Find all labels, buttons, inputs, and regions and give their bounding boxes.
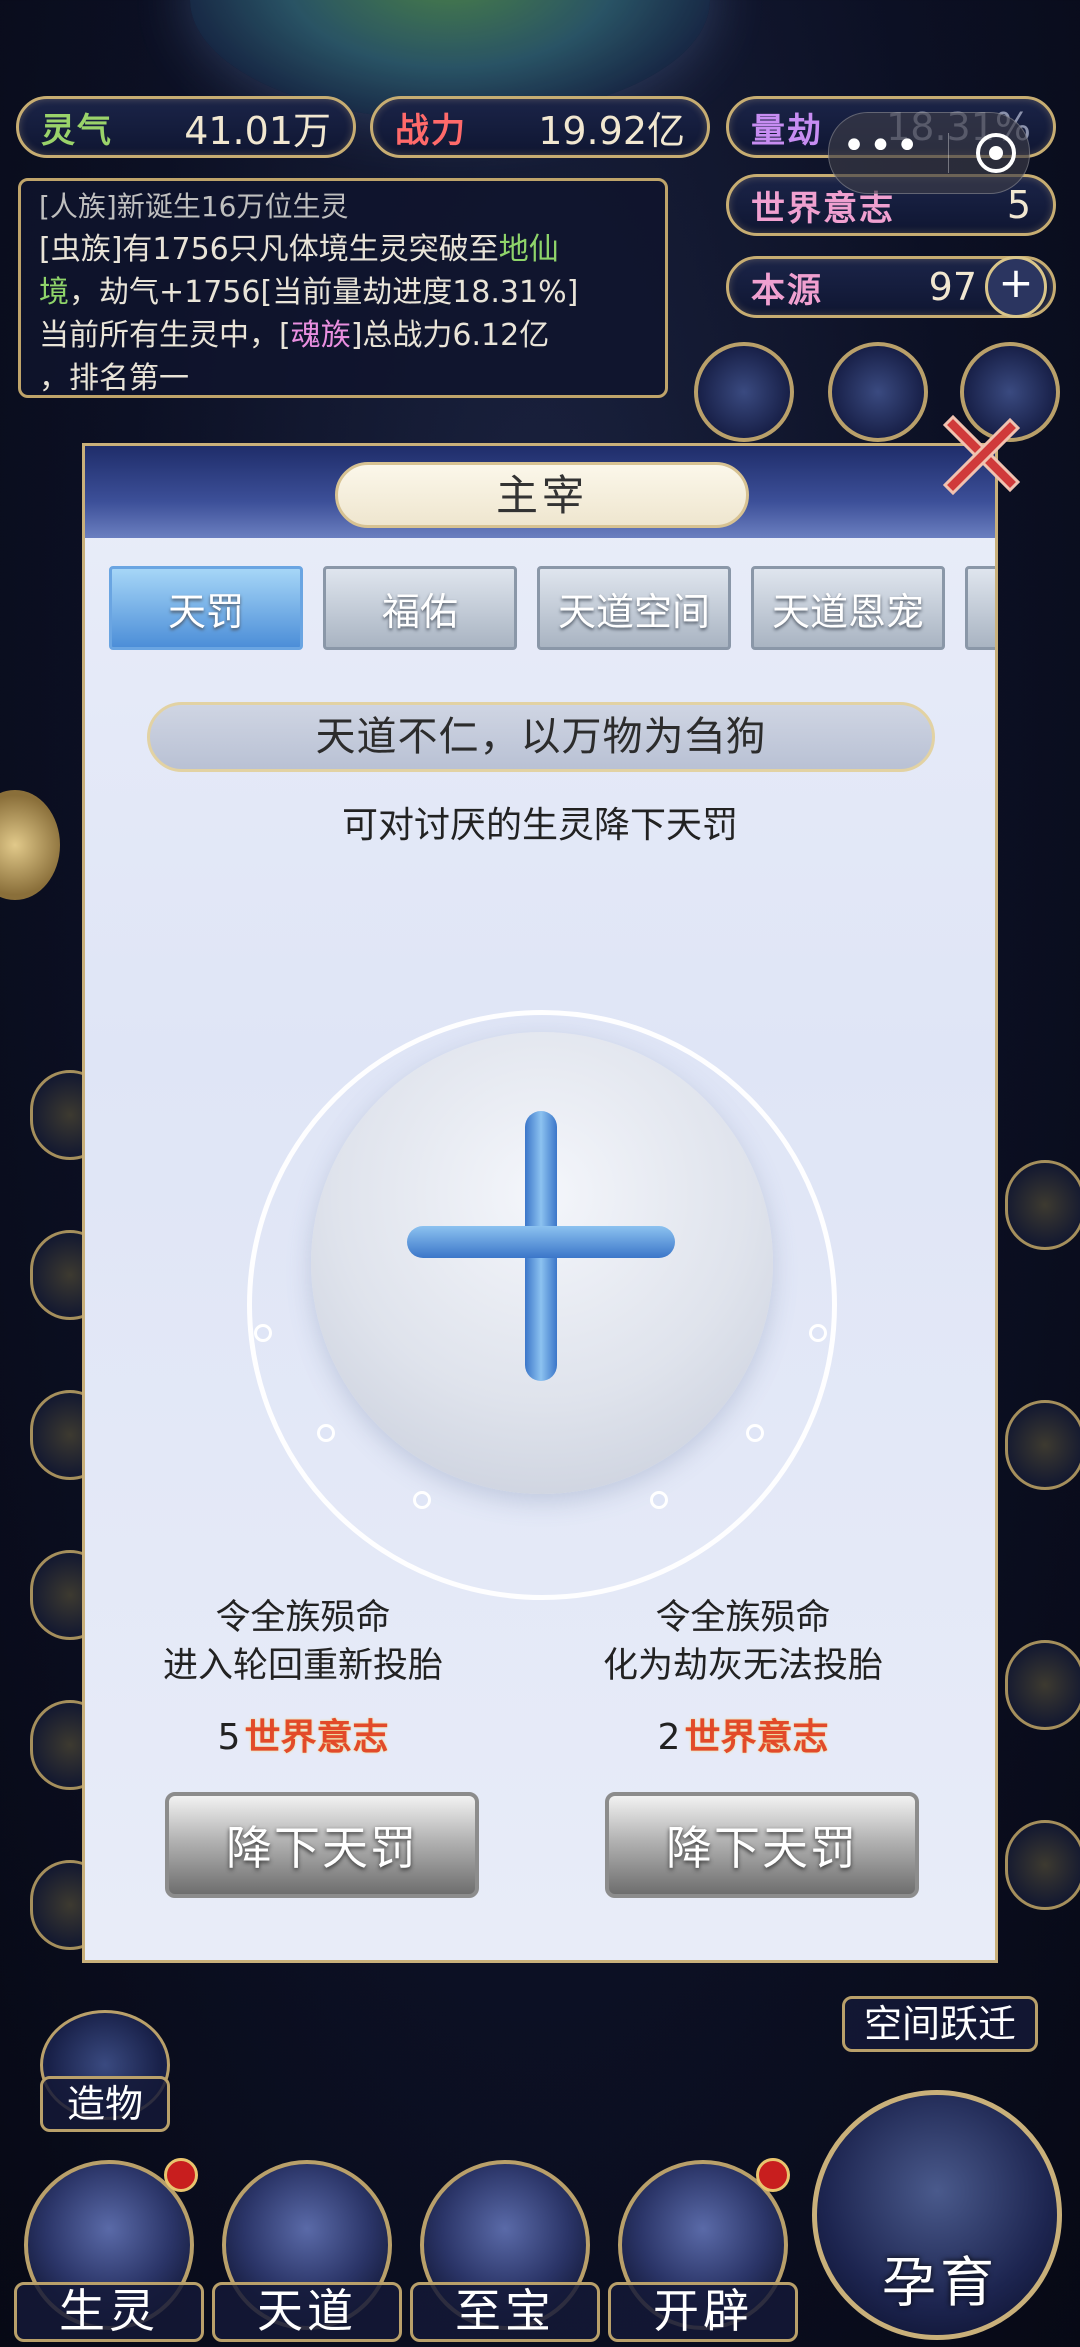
nurture-label: 孕育: [882, 2251, 998, 2314]
nav-treasure[interactable]: 至宝: [410, 2282, 600, 2342]
miniprogram-capsule: •••: [828, 112, 1030, 194]
nav-lives-badge: [164, 2158, 198, 2192]
punish-button-annihilate[interactable]: 降下天罚: [605, 1792, 919, 1898]
create-button[interactable]: 造物: [40, 2076, 170, 2132]
log-highlight: 魂族: [290, 318, 351, 353]
option-1-cost-value: 5: [217, 1717, 241, 1758]
tab-more[interactable]: [965, 566, 995, 650]
punish-button-reincarnate[interactable]: 降下天罚: [165, 1792, 479, 1898]
tab-blessing[interactable]: 福佑: [323, 566, 517, 650]
resource-zhanli-label: 战力: [395, 110, 467, 151]
option-2-line2: 化为劫灰无法投胎: [602, 1646, 883, 1686]
log-line-4: 当前所有生灵中，[魂族]总战力6.12亿: [39, 314, 647, 357]
resource-source: 本源 97 +: [726, 256, 1056, 318]
resource-world-will-value: 5: [1006, 183, 1031, 227]
resource-liangjie-label: 量劫: [751, 110, 823, 151]
more-icon[interactable]: •••: [842, 126, 922, 166]
log-line-5: ，排名第一: [39, 361, 189, 396]
option-1-description: 令全族殒命 进入轮回重新投胎: [103, 1594, 503, 1690]
resource-source-value: 97: [928, 265, 977, 309]
resource-lingqi-label: 灵气: [41, 110, 113, 151]
log-text: ，劫气+1756[当前量劫进度18.31%]: [69, 275, 579, 310]
plus-icon-bar: [407, 1226, 675, 1258]
punishment-description: 可对讨厌的生灵降下天罚: [341, 805, 738, 846]
tab-punishment[interactable]: 天罚: [109, 566, 303, 650]
option-2-line1: 令全族殒命: [655, 1598, 831, 1638]
ring-node: [650, 1491, 668, 1509]
tab-heaven-space[interactable]: 天道空间: [537, 566, 731, 650]
event-log: [人族]新诞生16万位生灵 [虫族]有1756只凡体境生灵突破至地仙 境，劫气+…: [18, 178, 668, 398]
side-icon-right-3[interactable]: [1005, 1640, 1080, 1730]
option-2-cost-value: 2: [657, 1717, 681, 1758]
ring-node: [413, 1491, 431, 1509]
side-icon-right-1[interactable]: [1005, 1160, 1080, 1250]
option-1-cost-unit: 世界意志: [244, 1717, 389, 1758]
tab-heaven-favor[interactable]: 天道恩宠: [751, 566, 945, 650]
dominator-modal: 主宰 天罚 福佑 天道空间 天道恩宠 天道不仁，以万物为刍狗 可对讨厌的生灵降下…: [82, 443, 998, 1963]
ring-node: [317, 1424, 335, 1442]
vortex-icon-button[interactable]: [828, 342, 928, 442]
resource-lingqi-value: 41.01万: [184, 108, 331, 153]
side-icon-right-4[interactable]: [1005, 1820, 1080, 1910]
nav-heaven[interactable]: 天道: [212, 2282, 402, 2342]
nav-genesis-badge: [756, 2158, 790, 2192]
resource-source-label: 本源: [751, 270, 823, 311]
resource-zhanli-value: 19.92亿: [538, 108, 685, 153]
log-text: 当前所有生灵中，[: [39, 318, 291, 353]
log-line-1: [人族]新诞生16万位生灵: [39, 190, 349, 223]
log-line-3: 境，劫气+1756[当前量劫进度18.31%]: [39, 271, 647, 314]
log-text: ]总战力6.12亿: [350, 318, 550, 353]
close-icon[interactable]: [930, 405, 1030, 505]
log-highlight: 地仙: [498, 232, 559, 267]
modal-title: 主宰: [335, 462, 749, 528]
log-highlight: 境: [39, 275, 69, 310]
option-1-line1: 令全族殒命: [215, 1598, 391, 1638]
option-2-description: 令全族殒命 化为劫灰无法投胎: [543, 1594, 943, 1690]
log-text: [虫族]有1756只凡体境生灵突破至: [39, 232, 499, 267]
option-1-cost: 5 世界意志: [103, 1708, 503, 1760]
motto-banner: 天道不仁，以万物为刍狗: [147, 702, 935, 772]
log-line-2: [虫族]有1756只凡体境生灵突破至地仙: [39, 228, 647, 271]
ring-node: [254, 1324, 272, 1342]
pentagram-icon[interactable]: [0, 790, 60, 900]
resource-zhanli: 战力 19.92亿: [370, 96, 710, 158]
option-2-cost-unit: 世界意志: [684, 1717, 829, 1758]
close-miniprogram-icon[interactable]: [975, 133, 1016, 173]
space-jump-button[interactable]: 空间跃迁: [842, 1996, 1038, 2052]
option-1-line2: 进入轮回重新投胎: [162, 1646, 443, 1686]
resource-lingqi: 灵气 41.01万: [16, 96, 356, 158]
nav-genesis[interactable]: 开辟: [608, 2282, 798, 2342]
add-source-button[interactable]: +: [985, 256, 1047, 318]
ring-node: [746, 1424, 764, 1442]
card-icon-button[interactable]: [694, 342, 794, 442]
option-2-cost: 2 世界意志: [543, 1708, 943, 1760]
ring-node: [809, 1324, 827, 1342]
side-icon-right-2[interactable]: [1005, 1400, 1080, 1490]
nav-lives[interactable]: 生灵: [14, 2282, 204, 2342]
